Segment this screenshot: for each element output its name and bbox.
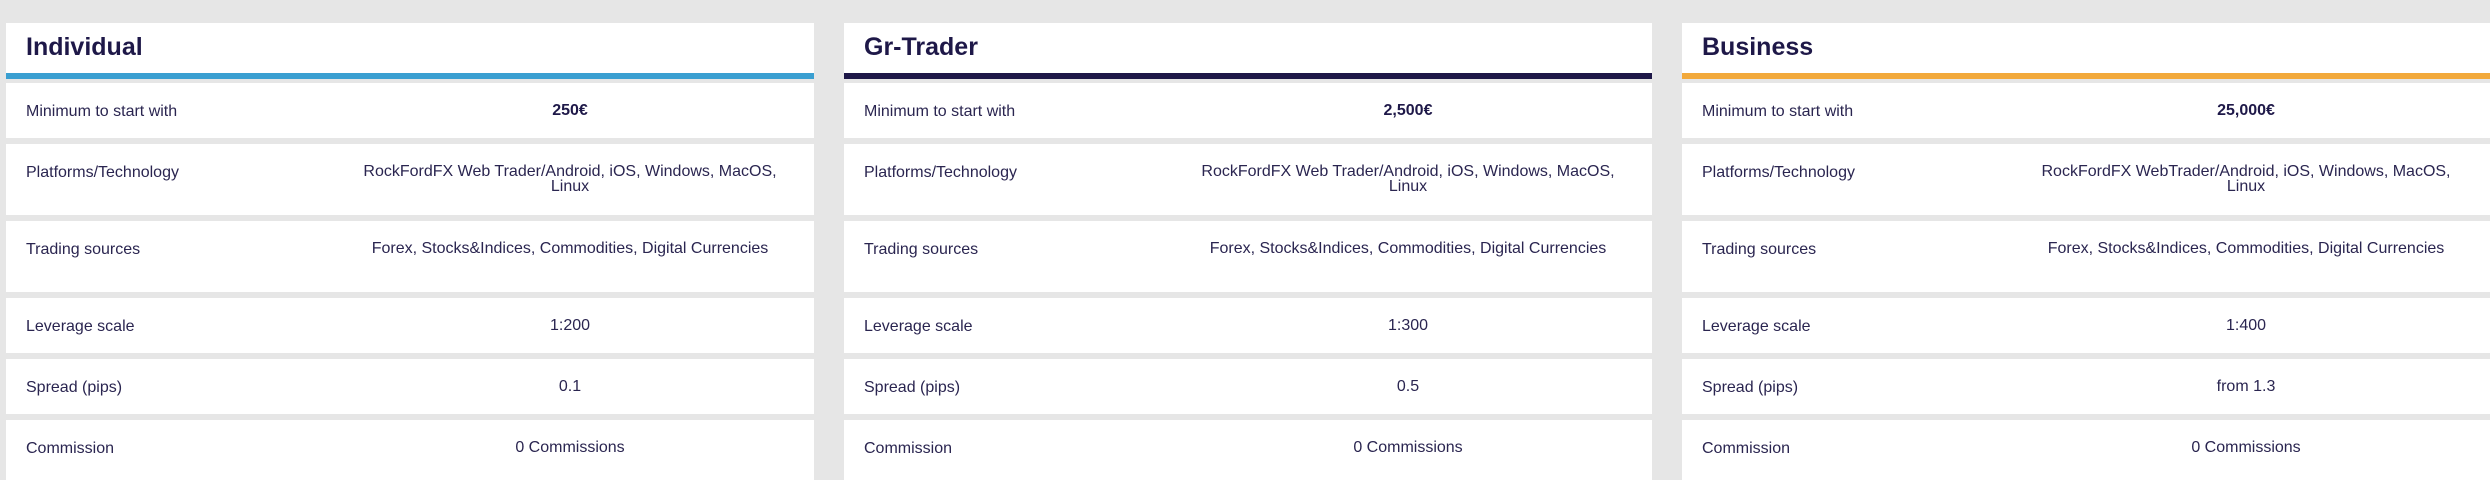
row-value: 0.1 (558, 378, 582, 395)
row-label: Platforms/Technology (864, 164, 1017, 181)
row-label: Commission (1702, 440, 1791, 457)
plan-card-gr-trader: Gr-Trader Minimum to start with 2,500€ P… (844, 23, 1652, 480)
row-value: 2,500€ (1383, 102, 1433, 119)
plan-header: Individual (6, 23, 814, 73)
row-label: Minimum to start with (1702, 103, 1854, 120)
plan-card-individual: Individual Minimum to start with 250€ Pl… (6, 23, 814, 480)
row-value: 0 Commissions (515, 439, 625, 456)
row-platforms: Platforms/Technology RockFordFX Web Trad… (6, 144, 814, 215)
plan-title: Business (1702, 33, 1814, 61)
row-label: Trading sources (26, 241, 141, 258)
row-label: Spread (pips) (26, 379, 123, 396)
plan-header: Gr-Trader (844, 23, 1652, 73)
row-platforms: Platforms/Technology RockFordFX Web Trad… (844, 144, 1652, 215)
row-platforms: Platforms/Technology RockFordFX WebTrade… (1682, 144, 2490, 215)
row-spread: Spread (pips) 0.5 (844, 359, 1652, 414)
row-value: from 1.3 (2216, 378, 2276, 395)
row-leverage: Leverage scale 1:300 (844, 298, 1652, 353)
plan-title: Gr-Trader (864, 33, 978, 61)
row-label: Leverage scale (1702, 318, 1811, 335)
row-trading-sources: Trading sources Forex, Stocks&Indices, C… (844, 221, 1652, 292)
row-value: 1:200 (549, 317, 591, 334)
row-value: Forex, Stocks&Indices, Commodities, Digi… (1209, 240, 1607, 257)
row-trading-sources: Trading sources Forex, Stocks&Indices, C… (1682, 221, 2490, 292)
plan-rows: Minimum to start with 250€ Platforms/Tec… (6, 83, 814, 480)
row-label: Commission (26, 440, 115, 457)
row-spread: Spread (pips) 0.1 (6, 359, 814, 414)
row-value: Forex, Stocks&Indices, Commodities, Digi… (2047, 240, 2445, 257)
row-label: Spread (pips) (1702, 379, 1799, 396)
row-commission: Commission 0 Commissions (6, 420, 814, 480)
row-commission: Commission 0 Commissions (1682, 420, 2490, 480)
row-spread: Spread (pips) from 1.3 (1682, 359, 2490, 414)
row-minimum: Minimum to start with 250€ (6, 83, 814, 138)
row-label: Leverage scale (864, 318, 973, 335)
row-minimum: Minimum to start with 25,000€ (1682, 83, 2490, 138)
plan-rows: Minimum to start with 25,000€ Platforms/… (1682, 83, 2490, 480)
row-trading-sources: Trading sources Forex, Stocks&Indices, C… (6, 221, 814, 292)
row-label: Platforms/Technology (26, 164, 179, 181)
row-value: 1:300 (1387, 317, 1429, 334)
account-types-comparison: Individual Minimum to start with 250€ Pl… (0, 0, 2490, 480)
row-value: 25,000€ (2217, 102, 2275, 119)
row-minimum: Minimum to start with 2,500€ (844, 83, 1652, 138)
plan-header: Business (1682, 23, 2490, 73)
row-label: Spread (pips) (864, 379, 961, 396)
plan-title: Individual (26, 33, 143, 61)
row-label: Minimum to start with (864, 103, 1016, 120)
row-label: Minimum to start with (26, 103, 178, 120)
row-leverage: Leverage scale 1:200 (6, 298, 814, 353)
plan-accent-bar (844, 73, 1652, 79)
row-label: Leverage scale (26, 318, 135, 335)
row-value: 0.5 (1396, 378, 1420, 395)
row-value: RockFordFX Web Trader/Android, iOS, Wind… (363, 163, 777, 195)
row-value: 0 Commissions (2191, 439, 2301, 456)
row-label: Platforms/Technology (1702, 164, 1855, 181)
plan-accent-bar (1682, 73, 2490, 79)
row-value: 0 Commissions (1353, 439, 1463, 456)
row-leverage: Leverage scale 1:400 (1682, 298, 2490, 353)
row-label: Trading sources (864, 241, 979, 258)
plan-rows: Minimum to start with 2,500€ Platforms/T… (844, 83, 1652, 480)
plan-accent-bar (6, 73, 814, 79)
row-value: RockFordFX WebTrader/Android, iOS, Windo… (2041, 163, 2451, 195)
row-label: Commission (864, 440, 953, 457)
row-value: RockFordFX Web Trader/Android, iOS, Wind… (1201, 163, 1615, 195)
row-commission: Commission 0 Commissions (844, 420, 1652, 480)
row-value: Forex, Stocks&Indices, Commodities, Digi… (371, 240, 769, 257)
row-value: 1:400 (2225, 317, 2267, 334)
row-label: Trading sources (1702, 241, 1817, 258)
row-value: 250€ (552, 102, 588, 119)
plan-card-business: Business Minimum to start with 25,000€ P… (1682, 23, 2490, 480)
